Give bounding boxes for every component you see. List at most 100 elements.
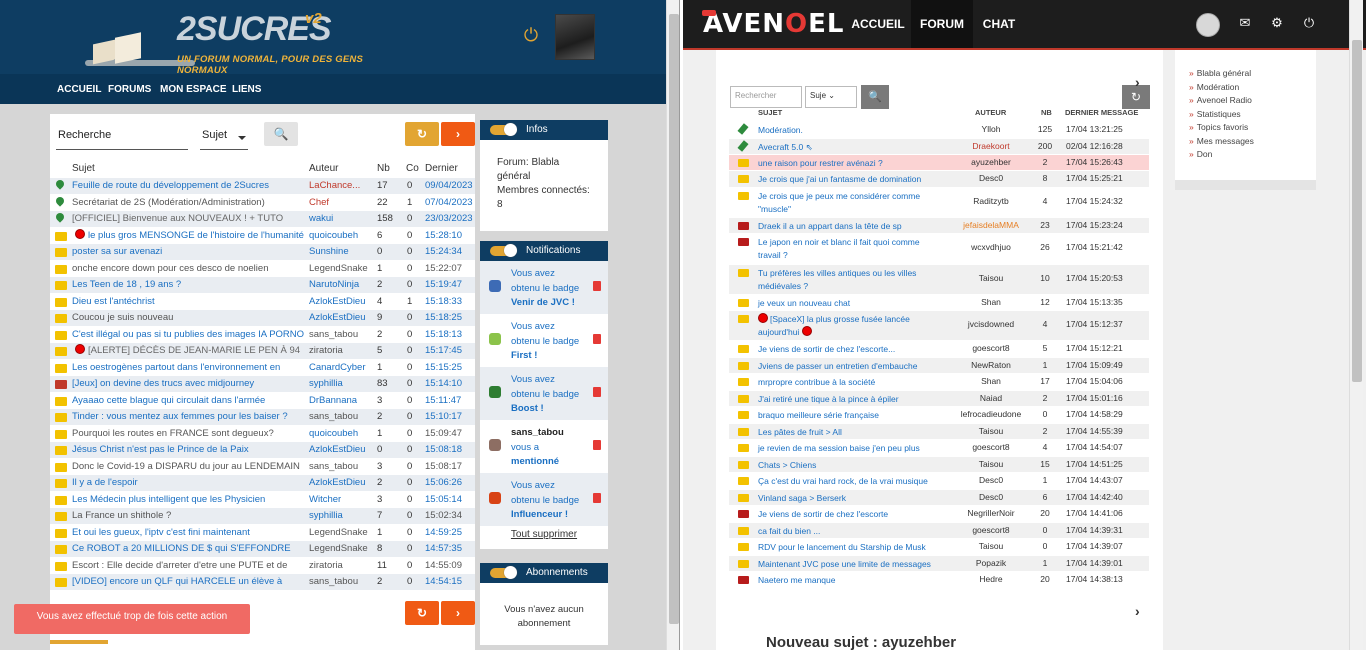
topic-author[interactable]: Ylloh bbox=[951, 124, 1031, 134]
refresh-button[interactable]: ↻ bbox=[405, 122, 439, 146]
topic-subject[interactable]: Chats > Chiens bbox=[758, 459, 933, 472]
topic-row[interactable]: Je viens de sortir de chez l'escorte... g… bbox=[729, 341, 1149, 358]
search-button[interactable]: 🔍 bbox=[264, 122, 298, 146]
topic-last-time[interactable]: 15:06:26 bbox=[425, 475, 473, 491]
trash-icon[interactable] bbox=[593, 281, 601, 291]
topic-last-message[interactable]: 02/04 12:16:28 bbox=[1066, 141, 1148, 151]
topic-subject[interactable]: Coucou je suis nouveau bbox=[72, 310, 307, 326]
search-input[interactable]: Rechercher bbox=[730, 86, 802, 108]
topic-author[interactable]: sans_tabou bbox=[309, 409, 373, 425]
topic-subject[interactable]: Naetero me manque bbox=[758, 574, 933, 587]
notification-item[interactable]: Vous avez obtenu le badge First ! bbox=[480, 314, 608, 367]
topic-author[interactable]: CanardCyber bbox=[309, 360, 373, 376]
topic-subject[interactable]: Secrétariat de 2S (Modération/Administra… bbox=[72, 195, 307, 211]
topic-author[interactable]: Desc0 bbox=[951, 173, 1031, 183]
topic-last-time[interactable]: 15:18:13 bbox=[425, 327, 473, 343]
topic-subject[interactable]: Je crois que j'ai un fantasme de dominat… bbox=[758, 173, 933, 186]
topic-last-time[interactable]: 07/04/2023 bbox=[425, 195, 473, 211]
topic-author[interactable]: AzlokEstDieu bbox=[309, 442, 373, 458]
topic-row[interactable]: Ce ROBOT a 20 MILLIONS DE $ qui S'EFFOND… bbox=[50, 541, 475, 558]
topic-author[interactable]: sans_tabou bbox=[309, 574, 373, 590]
topic-subject[interactable]: [OFFICIEL] Bienvenue aux NOUVEAUX ! + TU… bbox=[72, 211, 307, 227]
topic-last-message[interactable]: 17/04 15:23:24 bbox=[1066, 220, 1148, 230]
topic-row[interactable]: RDV pour le lancement du Starship de Mus… bbox=[729, 539, 1149, 556]
topic-last-time[interactable]: 15:08:17 bbox=[425, 459, 473, 475]
topic-last-time[interactable]: 15:14:10 bbox=[425, 376, 473, 392]
topic-last-time[interactable]: 15:19:47 bbox=[425, 277, 473, 293]
topic-row[interactable]: Secrétariat de 2S (Modération/Administra… bbox=[50, 195, 475, 211]
topic-subject[interactable]: Je viens de sortir de chez l'escorte... bbox=[758, 343, 933, 356]
topic-row[interactable]: Naetero me manque Hedre 20 17/04 14:38:13 bbox=[729, 572, 1149, 589]
sidebar-link[interactable]: Statistiques bbox=[1189, 109, 1241, 119]
topic-subject[interactable]: Feuille de route du développement de 2Su… bbox=[72, 178, 307, 194]
topic-author[interactable]: Witcher bbox=[309, 492, 373, 508]
topic-subject[interactable]: Les Médecin plus intelligent que les Phy… bbox=[72, 492, 307, 508]
topic-last-message[interactable]: 17/04 14:58:29 bbox=[1066, 409, 1148, 419]
topic-row[interactable]: une raison pour restrer avénazi ? ayuzehb… bbox=[729, 155, 1149, 171]
topic-subject[interactable]: Les Teen de 18 , 19 ans ? bbox=[72, 277, 307, 293]
topic-last-message[interactable]: 17/04 14:42:40 bbox=[1066, 492, 1148, 502]
topic-author[interactable]: Taisou bbox=[951, 541, 1031, 551]
topic-subject[interactable]: Les pâtes de fruit > All bbox=[758, 426, 933, 439]
topic-last-time[interactable]: 14:57:35 bbox=[425, 541, 473, 557]
topic-author[interactable]: Taisou bbox=[951, 273, 1031, 283]
infos-toggle[interactable] bbox=[490, 123, 517, 136]
refresh-button-bottom[interactable]: ↻ bbox=[405, 601, 439, 625]
topic-author[interactable]: goescort8 bbox=[951, 525, 1031, 535]
site-logo[interactable]: 2SUCRES v2 UN FORUM NORMAL, POUR DES GEN… bbox=[85, 8, 385, 76]
topic-row[interactable]: Avecraft 5.0 ⇖ Draekoort 200 02/04 12:16:28 bbox=[729, 139, 1149, 155]
sidebar-link[interactable]: Don bbox=[1189, 149, 1213, 159]
topic-last-message[interactable]: 17/04 14:55:39 bbox=[1066, 426, 1148, 436]
topic-author[interactable]: AzlokEstDieu bbox=[309, 294, 373, 310]
topic-row[interactable]: Il y a de l'espoir AzlokEstDieu 2 0 15:06:26 bbox=[50, 475, 475, 492]
topic-last-time[interactable]: 15:17:45 bbox=[425, 343, 473, 359]
topic-row[interactable]: Feuille de route du développement de 2Su… bbox=[50, 178, 475, 195]
topic-row[interactable]: je revien de ma session baise j'en peu p… bbox=[729, 440, 1149, 457]
topic-author[interactable]: syphillia bbox=[309, 508, 373, 524]
topic-author[interactable]: Draekoort bbox=[951, 141, 1031, 151]
topic-last-time[interactable]: 15:05:14 bbox=[425, 492, 473, 508]
sidebar-link[interactable]: Blabla général bbox=[1189, 68, 1251, 78]
user-avatar[interactable] bbox=[555, 14, 595, 60]
topic-last-message[interactable]: 17/04 14:38:13 bbox=[1066, 574, 1148, 584]
nav-forums[interactable]: FORUMS bbox=[108, 84, 151, 95]
topic-row[interactable]: le plus gros MENSONGE de l'histoire de l… bbox=[50, 228, 475, 244]
topic-row[interactable]: Dieu est l'antéchrist AzlokEstDieu 4 1 15:18… bbox=[50, 294, 475, 310]
topic-row[interactable]: [VIDEO] encore un QLF qui HARCELE un élè… bbox=[50, 574, 475, 591]
topic-row[interactable]: Coucou je suis nouveau AzlokEstDieu 9 0 15:1… bbox=[50, 310, 475, 327]
notification-item[interactable]: Vous avez obtenu le badge Venir de JVC ! bbox=[480, 261, 608, 314]
topic-row[interactable]: Je crois que je peux me considérer comme… bbox=[729, 188, 1149, 218]
topic-row[interactable]: Tu préfères les villes antiques ou les v… bbox=[729, 265, 1149, 295]
topic-last-message[interactable]: 17/04 15:04:06 bbox=[1066, 376, 1148, 386]
nav-accueil[interactable]: ACCUEIL bbox=[847, 0, 909, 48]
topic-row[interactable]: Chats > Chiens Taisou 15 17/04 14:51:25 bbox=[729, 457, 1149, 473]
topic-last-message[interactable]: 17/04 14:43:07 bbox=[1066, 475, 1148, 485]
topic-author[interactable]: Desc0 bbox=[951, 475, 1031, 485]
topic-author[interactable]: AzlokEstDieu bbox=[309, 475, 373, 491]
notification-item[interactable]: sans_tabou vous a mentionné bbox=[480, 420, 608, 473]
topic-subject[interactable]: ca fait du bien ... bbox=[758, 525, 933, 538]
topic-author[interactable]: jefaisdelaMMA bbox=[951, 220, 1031, 230]
topic-row[interactable]: Ayaaao cette blague qui circulait dans l… bbox=[50, 393, 475, 409]
notification-item[interactable]: Vous avez obtenu le badge Influenceur ! bbox=[480, 473, 608, 526]
sidebar-link[interactable]: Topics favoris bbox=[1189, 122, 1249, 132]
topic-subject[interactable]: Il y a de l'espoir bbox=[72, 475, 307, 491]
topic-author[interactable]: goescort8 bbox=[951, 343, 1031, 353]
topic-author[interactable]: wakui bbox=[309, 211, 373, 227]
topic-last-time[interactable]: 15:15:25 bbox=[425, 360, 473, 376]
topic-author[interactable]: Sunshine bbox=[309, 244, 373, 260]
topic-subject[interactable]: [SpaceX] la plus grosse fusée lancée auj… bbox=[758, 313, 933, 339]
subscriptions-toggle[interactable] bbox=[490, 566, 517, 579]
topic-row[interactable]: [OFFICIEL] Bienvenue aux NOUVEAUX ! + TU… bbox=[50, 211, 475, 228]
topic-author[interactable]: wcxvdhjuo bbox=[951, 242, 1031, 252]
topic-last-time[interactable]: 14:55:09 bbox=[425, 558, 473, 574]
next-page-chevron[interactable]: › bbox=[1135, 74, 1140, 90]
topic-row[interactable]: Le japon en noir et blanc il fait quoi c… bbox=[729, 234, 1149, 265]
topic-author[interactable]: LegendSnake bbox=[309, 261, 373, 277]
topic-author[interactable]: LegendSnake bbox=[309, 525, 373, 541]
topic-last-message[interactable]: 17/04 15:25:21 bbox=[1066, 173, 1148, 183]
gear-icon[interactable]: ⚙ bbox=[1270, 16, 1284, 30]
topic-row[interactable]: Ça c'est du vrai hard rock, de la vrai m… bbox=[729, 473, 1149, 490]
topic-last-time[interactable]: 15:09:47 bbox=[425, 426, 473, 442]
topic-author[interactable]: NewRaton bbox=[951, 360, 1031, 370]
